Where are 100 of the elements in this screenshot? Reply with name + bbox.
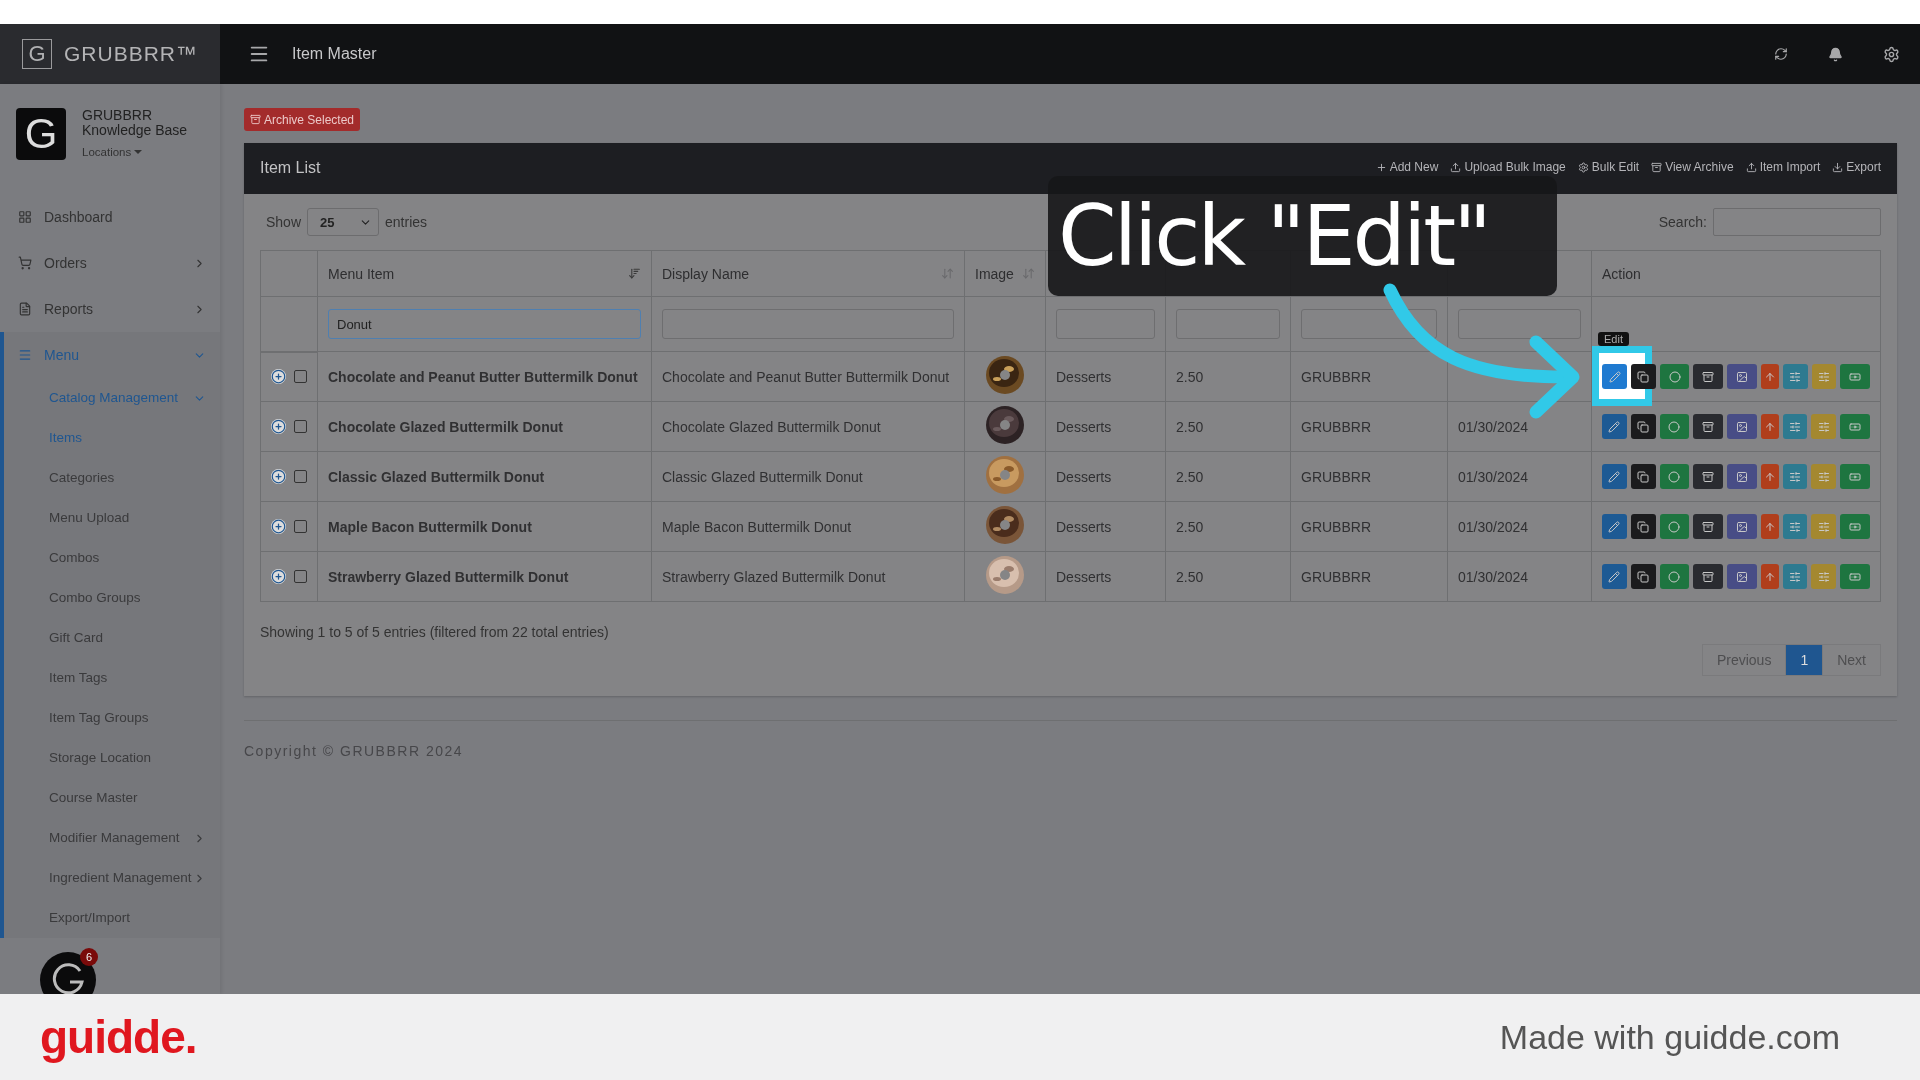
settings-button[interactable] [1782, 464, 1808, 489]
toolbar-link[interactable]: View Archive [1651, 160, 1734, 174]
options-button[interactable] [1811, 414, 1837, 439]
price-button[interactable] [1840, 464, 1871, 489]
nav-item[interactable]: Ingredient Management [4, 858, 220, 898]
toolbar-link[interactable]: Bulk Edit [1577, 160, 1640, 174]
edit-button[interactable] [1602, 464, 1627, 489]
column-header[interactable]: Action [1591, 250, 1881, 297]
status-button[interactable] [1659, 364, 1690, 389]
nav-item[interactable]: Gift Card [4, 618, 220, 658]
nav-item[interactable]: Combo Groups [4, 578, 220, 618]
settings-button[interactable] [1782, 364, 1808, 389]
image-button[interactable] [1727, 514, 1757, 539]
archive-button[interactable] [1693, 514, 1724, 539]
archive-button[interactable] [1693, 464, 1724, 489]
expand-icon[interactable] [271, 419, 286, 434]
row-checkbox[interactable] [294, 370, 307, 384]
upload-button[interactable] [1760, 464, 1779, 489]
row-checkbox[interactable] [294, 420, 307, 433]
upload-button[interactable] [1760, 364, 1779, 389]
options-button[interactable] [1811, 464, 1837, 489]
settings-icon[interactable] [1883, 45, 1900, 63]
upload-button[interactable] [1760, 414, 1779, 439]
edit-button[interactable] [1602, 414, 1627, 439]
archive-button[interactable] [1693, 564, 1724, 589]
copy-button[interactable] [1631, 364, 1656, 389]
nav-item[interactable]: Item Tags [4, 658, 220, 698]
nav-item[interactable]: Items [4, 418, 220, 458]
nav-item[interactable]: Menu Upload [4, 498, 220, 538]
nav-item[interactable]: Categories [4, 458, 220, 498]
edit-button[interactable] [1602, 564, 1627, 589]
search-field[interactable] [1713, 208, 1881, 236]
image-button[interactable] [1727, 464, 1757, 489]
column-header[interactable]: Display Name [651, 250, 965, 297]
expand-icon[interactable] [271, 519, 286, 534]
price-button[interactable] [1840, 364, 1870, 389]
image-button[interactable] [1727, 364, 1757, 389]
pagination-button[interactable]: 1 [1785, 644, 1824, 676]
nav-item[interactable]: Catalog Management [4, 378, 220, 418]
nav-item[interactable]: Combos [4, 538, 220, 578]
options-button[interactable] [1811, 564, 1837, 589]
chat-button[interactable] [40, 952, 96, 994]
settings-button[interactable] [1782, 414, 1808, 439]
expand-icon[interactable] [271, 469, 286, 484]
toolbar-link[interactable]: Item Import [1745, 160, 1821, 174]
archive-button[interactable] [1693, 414, 1724, 439]
price-button[interactable] [1840, 514, 1871, 539]
options-button[interactable] [1811, 364, 1837, 389]
nav-item[interactable]: Modifier Management [4, 818, 220, 858]
column-header[interactable]: Menu Item [317, 250, 652, 297]
entries-select[interactable]: 25 [307, 208, 380, 236]
nav-item[interactable]: Dashboard [0, 194, 220, 240]
status-button[interactable] [1659, 464, 1690, 489]
filter-field[interactable] [1301, 309, 1437, 339]
copy-button[interactable] [1630, 464, 1656, 489]
nav-item[interactable]: Orders [0, 240, 220, 286]
row-checkbox[interactable] [294, 570, 307, 583]
expand-icon[interactable] [271, 369, 286, 385]
copy-button[interactable] [1630, 514, 1656, 539]
banknote-icon [1849, 370, 1862, 383]
upload-button[interactable] [1760, 564, 1779, 589]
locations-dropdown[interactable]: Locations [82, 146, 194, 158]
pencil-icon [1608, 420, 1621, 433]
copy-button[interactable] [1630, 414, 1656, 439]
edit-button[interactable] [1602, 514, 1627, 539]
sliders-icon [1817, 570, 1830, 583]
toolbar-link[interactable]: Upload Bulk Image [1450, 160, 1566, 174]
filter-field[interactable]: Donut [328, 309, 641, 339]
status-button[interactable] [1659, 564, 1690, 589]
image-button[interactable] [1727, 564, 1757, 589]
status-button[interactable] [1659, 414, 1690, 439]
price-button[interactable] [1840, 564, 1871, 589]
settings-button[interactable] [1782, 564, 1808, 589]
tooltip: Edit [1598, 332, 1629, 346]
nav-item[interactable]: Course Master [4, 778, 220, 818]
refresh-icon[interactable] [1774, 47, 1788, 61]
nav-item[interactable]: Export/Import [4, 898, 220, 938]
filter-field[interactable] [1458, 309, 1581, 339]
bell-icon[interactable] [1828, 46, 1843, 62]
archive-selected-button[interactable]: Archive Selected [244, 108, 361, 131]
upload-button[interactable] [1760, 514, 1779, 539]
nav-item[interactable]: Storage Location [4, 738, 220, 778]
nav-item[interactable]: Menu [4, 332, 220, 378]
row-checkbox[interactable] [294, 520, 307, 533]
status-button[interactable] [1659, 514, 1690, 539]
edit-button[interactable] [1602, 364, 1627, 389]
toolbar-link[interactable]: Add New [1375, 160, 1439, 174]
price-button[interactable] [1840, 414, 1871, 439]
column-header[interactable]: Image [964, 250, 1046, 297]
row-checkbox[interactable] [294, 470, 307, 483]
settings-button[interactable] [1782, 514, 1808, 539]
table-cell: 2.50 [1165, 551, 1291, 602]
nav-item[interactable]: Reports [0, 286, 220, 332]
nav-item[interactable]: Item Tag Groups [4, 698, 220, 738]
toolbar-link[interactable]: Export [1832, 160, 1881, 174]
options-button[interactable] [1811, 514, 1837, 539]
archive-button[interactable] [1693, 364, 1724, 389]
image-button[interactable] [1727, 414, 1757, 439]
expand-icon[interactable] [271, 569, 286, 584]
copy-button[interactable] [1630, 564, 1656, 589]
